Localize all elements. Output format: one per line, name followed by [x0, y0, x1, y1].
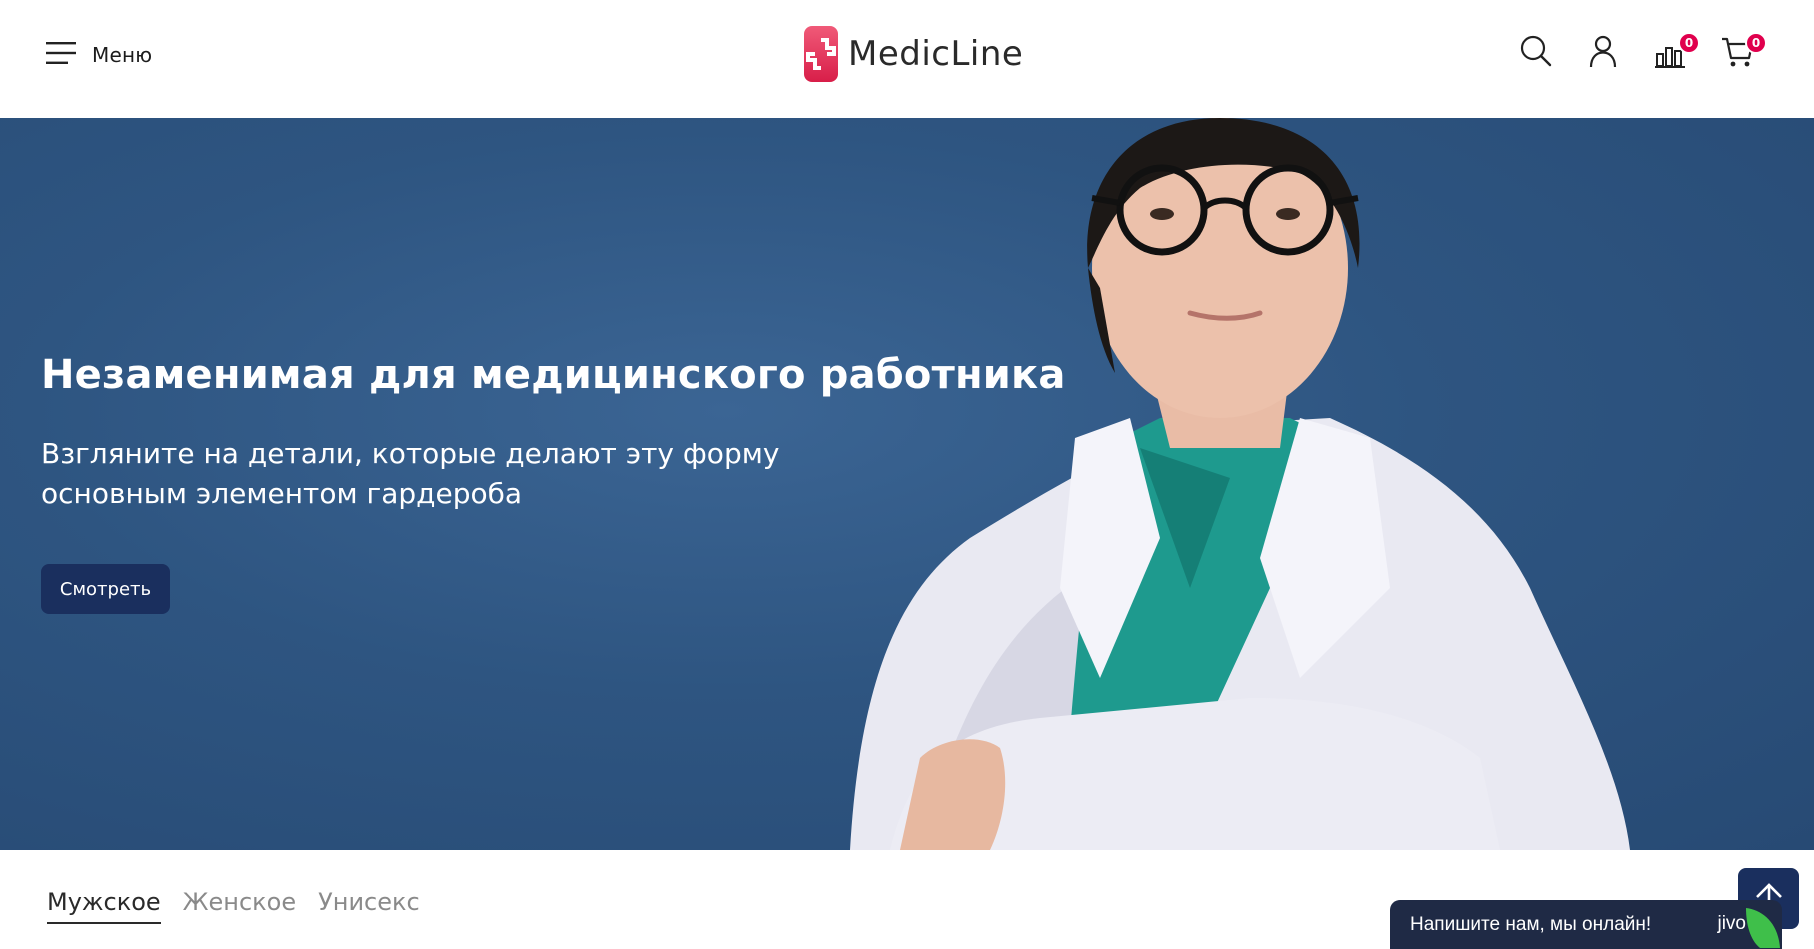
chat-prompt: Напишите нам, мы онлайн! — [1410, 913, 1652, 935]
doctor-photo — [850, 118, 1630, 850]
menu-button[interactable]: Меню — [46, 40, 152, 70]
search-button[interactable] — [1519, 34, 1555, 72]
user-icon — [1589, 35, 1617, 68]
cart-count-badge: 0 — [1745, 32, 1767, 54]
menu-icon — [46, 41, 76, 69]
jivo-leaf-icon — [1746, 908, 1780, 948]
compare-button[interactable]: 0 — [1654, 32, 1700, 72]
tab-women[interactable]: Женское — [183, 888, 296, 924]
search-icon — [1520, 35, 1552, 67]
brand-logo[interactable]: MedicLine — [804, 26, 1023, 82]
cart-button[interactable]: 0 — [1721, 32, 1767, 72]
hero-subtitle-line-2: основным элементом гардероба — [41, 477, 523, 510]
hero-title: Незаменимая для медицинского работника — [41, 352, 1066, 398]
tab-unisex[interactable]: Унисекс — [318, 888, 420, 924]
account-button[interactable] — [1586, 34, 1622, 72]
view-button[interactable]: Смотреть — [41, 564, 170, 614]
hero-banner: Незаменимая для медицинского работника В… — [0, 118, 1814, 850]
tab-men[interactable]: Мужское — [47, 888, 161, 924]
menu-label: Меню — [92, 43, 153, 67]
compare-count-badge: 0 — [1678, 32, 1700, 54]
brand-name: MedicLine — [848, 34, 1024, 74]
hero-subtitle: Взгляните на детали, которые делают эту … — [41, 434, 801, 514]
chat-widget[interactable]: Напишите нам, мы онлайн! jivo — [1390, 900, 1782, 949]
logo-mark-icon — [804, 26, 838, 82]
site-header: Меню MedicLine 0 0 — [0, 0, 1814, 118]
category-tabs: Мужское Женское Унисекс — [47, 888, 420, 924]
hero-subtitle-line-1: Взгляните на детали, которые делают эту … — [41, 437, 780, 470]
